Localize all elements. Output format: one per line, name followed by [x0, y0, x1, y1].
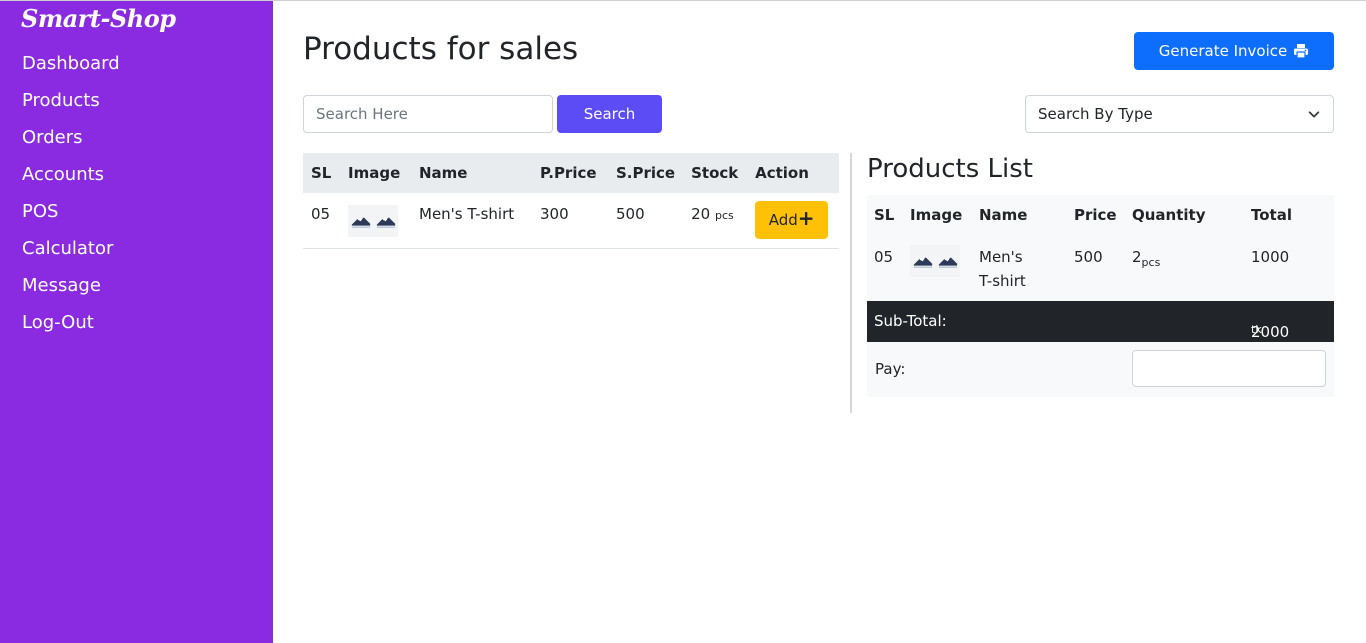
table-row: 05 Men's T-shirt 300 500 20 pcs Add+	[303, 193, 839, 249]
sidebar-item-logout[interactable]: Log-Out	[22, 312, 120, 349]
generate-invoice-label: Generate Invoice	[1158, 42, 1288, 60]
row-p-price: 300	[532, 193, 608, 249]
add-label: Add	[768, 211, 798, 229]
search-input[interactable]	[303, 95, 553, 133]
subtotal-row: Sub-Total: 2000 tk	[867, 301, 1334, 342]
product-image	[910, 245, 960, 277]
table-header-row: SL Image Name Price Quantity Total	[867, 195, 1334, 235]
search-by-type-value: Search By Type	[1038, 105, 1153, 123]
plus-icon: +	[797, 206, 815, 230]
sidebar-item-dashboard[interactable]: Dashboard	[22, 53, 120, 90]
row-s-price: 500	[608, 193, 684, 249]
col-image: Image	[340, 153, 411, 193]
row-stock: 20 pcs	[683, 193, 748, 249]
row-sl: 05	[874, 248, 894, 266]
row-name: Men's T-shirt	[972, 235, 1067, 301]
col-sl: SL	[303, 153, 340, 193]
table-header-row: SL Image Name P.Price S.Price Stock Acti…	[303, 153, 839, 193]
stock-value: 20	[691, 205, 711, 223]
col-price: Price	[1074, 206, 1117, 224]
qty-unit: pcs	[1141, 256, 1161, 269]
row-name-line2: T-shirt	[979, 272, 1026, 290]
product-image	[348, 205, 398, 237]
col-stock: Stock	[683, 153, 748, 193]
col-total: Total	[1251, 206, 1292, 224]
row-name-line1: Men's	[979, 248, 1023, 266]
col-name: Name	[979, 206, 1028, 224]
shoe-icon	[376, 217, 395, 228]
sidebar-item-calculator[interactable]: Calculator	[22, 238, 120, 275]
add-to-cart-button[interactable]: Add+	[755, 201, 829, 239]
table-row: 05 Men's T-shirt 500 2pcs 1000	[867, 235, 1334, 301]
brand-logo[interactable]: Smart-Shop	[21, 4, 176, 33]
col-sl: SL	[874, 206, 895, 224]
col-image: Image	[910, 206, 963, 224]
products-list-title: Products List	[867, 154, 1033, 184]
sidebar-item-pos[interactable]: POS	[22, 201, 120, 238]
col-s-price: S.Price	[608, 153, 684, 193]
sidebar-item-accounts[interactable]: Accounts	[22, 164, 120, 201]
row-total: 1000	[1251, 248, 1290, 266]
chevron-down-icon	[1308, 111, 1320, 118]
cart-table: SL Image Name Price Quantity Total 05 Me…	[867, 195, 1334, 301]
pay-label: Pay:	[875, 360, 906, 378]
col-p-price: P.Price	[532, 153, 608, 193]
generate-invoice-button[interactable]: Generate Invoice	[1134, 32, 1334, 70]
page-title: Products for sales	[303, 31, 579, 67]
row-price: 500	[1074, 248, 1103, 266]
qty-value: 2	[1132, 248, 1142, 266]
sidebar-item-message[interactable]: Message	[22, 275, 120, 312]
subtotal-label: Sub-Total:	[874, 312, 947, 330]
subtotal-unit: tk	[1251, 323, 1262, 336]
sidebar-item-products[interactable]: Products	[22, 90, 120, 127]
col-quantity: Quantity	[1132, 206, 1206, 224]
pay-input[interactable]	[1132, 350, 1326, 387]
row-sl: 05	[303, 193, 340, 249]
column-divider	[850, 153, 852, 413]
col-action: Action	[747, 153, 839, 193]
shoe-icon	[913, 257, 932, 268]
sidebar: Smart-Shop Dashboard Products Orders Acc…	[0, 1, 273, 643]
search-button[interactable]: Search	[557, 95, 662, 133]
row-name: Men's T-shirt	[411, 193, 532, 249]
products-table: SL Image Name P.Price S.Price Stock Acti…	[303, 153, 839, 249]
sidebar-item-orders[interactable]: Orders	[22, 127, 120, 164]
printer-icon	[1294, 44, 1309, 59]
sidebar-nav: Dashboard Products Orders Accounts POS C…	[22, 53, 120, 349]
shoe-icon	[351, 217, 370, 228]
row-quantity: 2pcs	[1125, 235, 1244, 301]
search-by-type-select[interactable]: Search By Type	[1025, 95, 1334, 133]
stock-unit: pcs	[714, 209, 734, 222]
shoe-icon	[938, 257, 957, 268]
col-name: Name	[411, 153, 532, 193]
